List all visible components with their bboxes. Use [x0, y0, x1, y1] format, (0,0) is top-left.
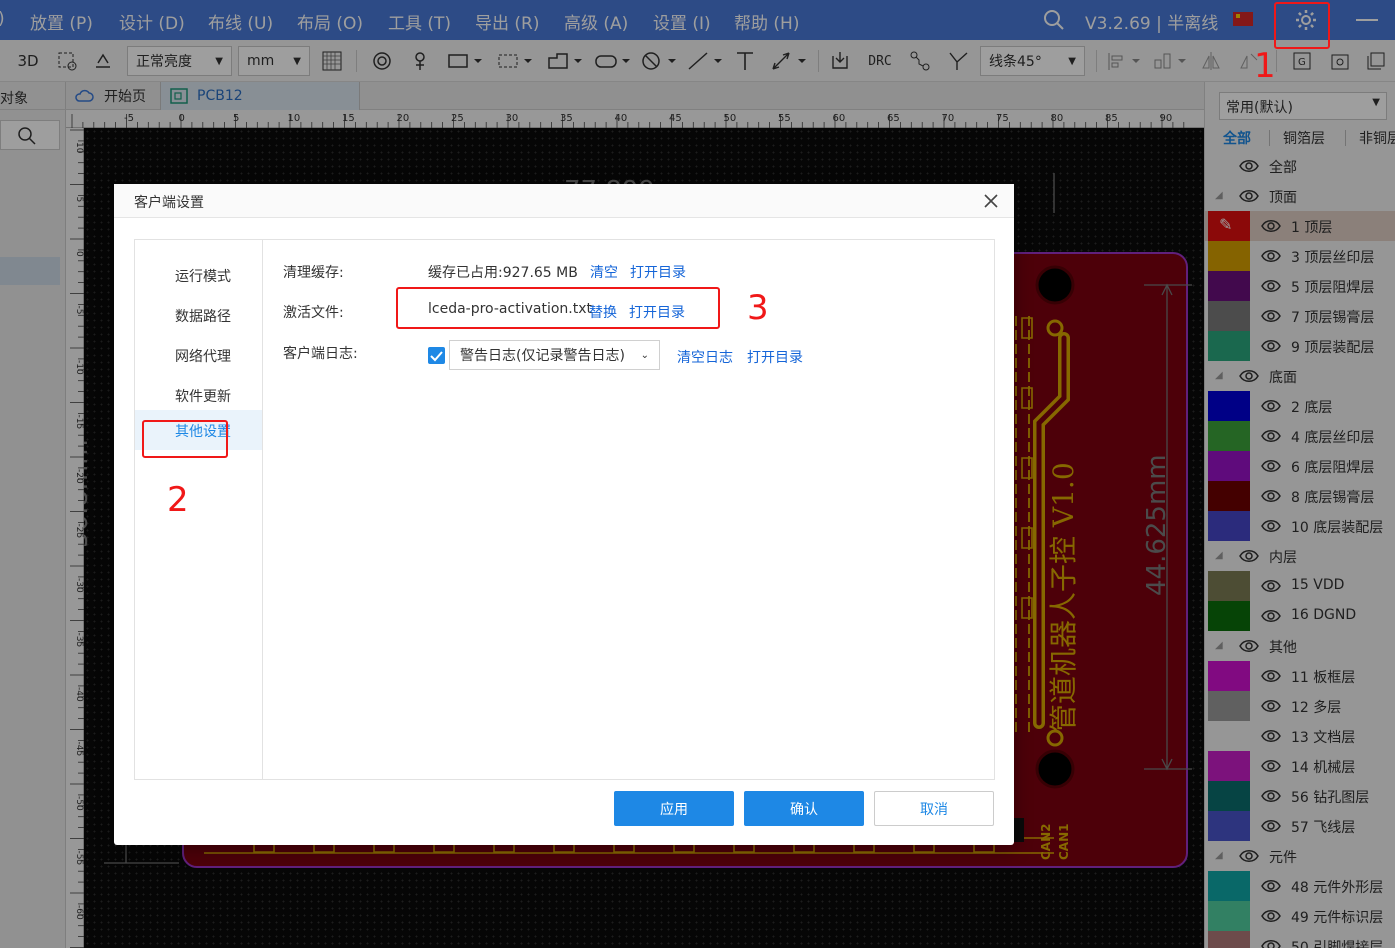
cache-open-dir-link[interactable]: 打开目录: [630, 262, 686, 282]
log-enable-checkbox[interactable]: [428, 347, 445, 364]
close-icon[interactable]: [984, 194, 998, 208]
annotation-number-3: 3: [747, 288, 769, 328]
checkmark-icon: [430, 351, 443, 362]
cache-clear-link[interactable]: 清空: [590, 262, 618, 282]
cancel-button[interactable]: 取消: [874, 791, 994, 826]
cache-value: 缓存已占用:927.65 MB: [428, 265, 578, 281]
settings-nav: 运行模式 数据路径 网络代理 软件更新 其他设置: [135, 240, 263, 779]
nav-network-proxy[interactable]: 网络代理: [135, 335, 262, 375]
ok-button[interactable]: 确认: [744, 791, 864, 826]
chevron-down-icon: ⌄: [640, 349, 649, 361]
nav-data-path[interactable]: 数据路径: [135, 295, 262, 335]
annotation-box-1: [1274, 2, 1330, 49]
cache-label: 清理缓存:: [283, 265, 344, 281]
annotation-box-3: [396, 287, 720, 329]
log-clear-link[interactable]: 清空日志: [677, 347, 733, 367]
log-open-dir-link[interactable]: 打开目录: [747, 347, 803, 367]
annotation-box-2: [142, 420, 228, 458]
annotation-number-2: 2: [167, 480, 189, 520]
dialog-title: 客户端设置: [134, 195, 204, 211]
client-settings-dialog: 客户端设置 运行模式 数据路径 网络代理 软件更新 其他设置 清理缓存: 缓存已…: [114, 184, 1014, 845]
nav-run-mode[interactable]: 运行模式: [135, 255, 262, 295]
log-level-value: 警告日志(仅记录警告日志): [460, 348, 625, 364]
log-level-select[interactable]: 警告日志(仅记录警告日志) ⌄: [449, 340, 660, 370]
activation-label: 激活文件:: [283, 305, 344, 321]
annotation-number-1: 1: [1254, 46, 1276, 86]
dialog-titlebar: 客户端设置: [114, 184, 1014, 218]
apply-button[interactable]: 应用: [614, 791, 734, 826]
log-label: 客户端日志:: [283, 346, 358, 362]
nav-software-update[interactable]: 软件更新: [135, 375, 262, 415]
